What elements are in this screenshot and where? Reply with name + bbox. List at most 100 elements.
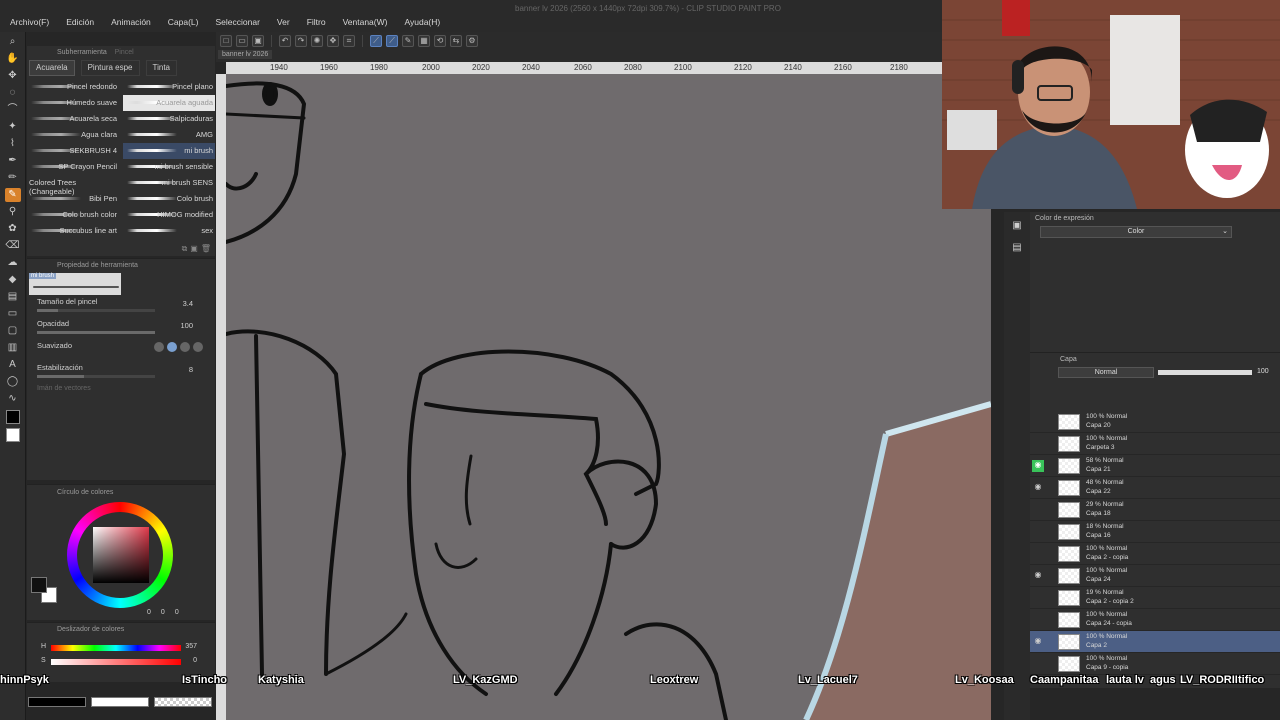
- brush-item-selected[interactable]: mi brush: [123, 143, 215, 159]
- layer-opacity-value[interactable]: 100: [1257, 368, 1269, 375]
- blend-icon[interactable]: ☁: [5, 256, 21, 270]
- tab-pintura[interactable]: Pintura espe: [80, 60, 140, 76]
- layer-row[interactable]: 100 % Normal Capa 24 - copia: [1030, 609, 1280, 631]
- menu-view[interactable]: Ver: [277, 17, 290, 27]
- layer-row[interactable]: 100 % Normal Capa 20: [1030, 411, 1280, 433]
- eye-icon[interactable]: ◉: [1032, 460, 1044, 472]
- balloon-icon[interactable]: ◯: [5, 375, 21, 389]
- add-icon[interactable]: ▣: [190, 244, 198, 254]
- eye-icon[interactable]: [1032, 548, 1044, 560]
- color-swatch-transparent[interactable]: [154, 697, 212, 707]
- layer-opacity-slider[interactable]: [1158, 370, 1252, 375]
- eye-icon[interactable]: ◉: [1032, 570, 1044, 582]
- layer-row[interactable]: ◉ 100 % Normal Capa 24: [1030, 565, 1280, 587]
- eye-icon[interactable]: [1032, 504, 1044, 516]
- sub-color-swatch[interactable]: [5, 428, 20, 442]
- tab-tinta[interactable]: Tinta: [145, 60, 177, 76]
- undo-icon[interactable]: ↶: [279, 35, 291, 47]
- menu-layer[interactable]: Capa(L): [168, 17, 199, 27]
- new-file-icon[interactable]: □: [220, 35, 232, 47]
- menu-help[interactable]: Ayuda(H): [404, 17, 440, 27]
- select-icon[interactable]: ◌: [5, 86, 21, 100]
- layer-tab[interactable]: Capa: [1030, 353, 1280, 367]
- lasso-icon[interactable]: ⌒: [5, 103, 21, 117]
- frame-icon[interactable]: ▢: [5, 324, 21, 338]
- fill-icon[interactable]: ◆: [5, 273, 21, 287]
- opacity-row[interactable]: Opacidad 100: [27, 317, 215, 339]
- brush-size-value[interactable]: 3.4: [183, 299, 193, 308]
- opacity-value[interactable]: 100: [180, 321, 193, 330]
- brush-item[interactable]: Acuarela seca: [27, 111, 119, 127]
- tab-acuarela[interactable]: Acuarela: [29, 60, 75, 76]
- layer-row[interactable]: ◉ 48 % Normal Capa 22: [1030, 477, 1280, 499]
- hue-value[interactable]: 357: [185, 643, 197, 650]
- save-icon[interactable]: ▣: [252, 35, 264, 47]
- menu-animation[interactable]: Animación: [111, 17, 151, 27]
- hand-icon[interactable]: ✋: [5, 52, 21, 66]
- document-tab[interactable]: banner lv 2026: [218, 50, 273, 59]
- decoration-icon[interactable]: ✿: [5, 222, 21, 236]
- transform-icon[interactable]: ✥: [327, 35, 339, 47]
- rotate-icon[interactable]: ⟲: [434, 35, 446, 47]
- ruler-icon[interactable]: ▥: [5, 341, 21, 355]
- brush-item[interactable]: Salpicaduras: [123, 111, 215, 127]
- brush-item[interactable]: Pincel redondo: [27, 79, 119, 95]
- loading-icon[interactable]: ✺: [311, 35, 323, 47]
- layer-row[interactable]: 100 % Normal Capa 2 - copia: [1030, 543, 1280, 565]
- airbrush-icon[interactable]: ⚲: [5, 205, 21, 219]
- copy-icon[interactable]: ⧉: [182, 244, 188, 254]
- snap-ruler-icon[interactable]: ⟋: [370, 35, 382, 47]
- hue-slider[interactable]: [51, 645, 181, 651]
- eyedropper-icon[interactable]: ⌇: [5, 137, 21, 151]
- brush-item[interactable]: Colo brush color: [27, 207, 119, 223]
- brush-item[interactable]: Bibi Pen: [27, 191, 119, 207]
- settings-icon[interactable]: ⚙: [466, 35, 478, 47]
- open-file-icon[interactable]: ▭: [236, 35, 248, 47]
- zoom-icon[interactable]: ⌕: [5, 35, 21, 49]
- brush-item[interactable]: Acuarela aguada: [123, 95, 215, 111]
- brush-item[interactable]: Húmedo suave: [27, 95, 119, 111]
- saturation-slider[interactable]: [51, 659, 181, 665]
- redo-icon[interactable]: ↷: [295, 35, 307, 47]
- layer-row[interactable]: 19 % Normal Capa 2 - copia 2: [1030, 587, 1280, 609]
- layer-row[interactable]: 100 % Normal Carpeta 3: [1030, 433, 1280, 455]
- trash-icon[interactable]: 🗑: [201, 244, 211, 254]
- brush-item[interactable]: HIMOG modified: [123, 207, 215, 223]
- properties-icon[interactable]: ▤: [1010, 242, 1024, 256]
- brush-item[interactable]: SEKBRUSH 4: [27, 143, 119, 159]
- brush-item[interactable]: SP Crayon Pencil: [27, 159, 119, 175]
- menu-file[interactable]: Archivo(F): [10, 17, 49, 27]
- eye-icon[interactable]: [1032, 438, 1044, 450]
- menu-filter[interactable]: Filtro: [307, 17, 326, 27]
- eye-icon[interactable]: [1032, 416, 1044, 428]
- brush-item[interactable]: Agua clara: [27, 127, 119, 143]
- smoothing-row[interactable]: Suavizado: [27, 339, 215, 361]
- menu-edit[interactable]: Edición: [66, 17, 94, 27]
- saturation-value-square[interactable]: [93, 527, 149, 583]
- eye-icon[interactable]: ◉: [1032, 636, 1044, 648]
- layer-row[interactable]: ◉ 100 % Normal Capa 2: [1030, 631, 1280, 653]
- pen-icon[interactable]: ✎: [402, 35, 414, 47]
- main-color-swatch[interactable]: [5, 410, 20, 424]
- brush-tool-icon[interactable]: ✎: [4, 188, 21, 202]
- blend-mode-select[interactable]: Normal: [1058, 367, 1154, 378]
- line-fix-icon[interactable]: ∿: [5, 392, 21, 406]
- brush-item[interactable]: mi brush sensible: [123, 159, 215, 175]
- layer-row[interactable]: 18 % Normal Capa 16: [1030, 521, 1280, 543]
- expression-color-select[interactable]: Color ⌄: [1040, 226, 1232, 238]
- saturation-value[interactable]: 0: [193, 657, 197, 664]
- brush-item[interactable]: mi brush SENS: [123, 175, 215, 191]
- main-color-chip[interactable]: [31, 577, 47, 593]
- brush-item[interactable]: AMG: [123, 127, 215, 143]
- stabilization-row[interactable]: Estabilización 8: [27, 361, 215, 383]
- layer-row[interactable]: ◉ 58 % Normal Capa 21: [1030, 455, 1280, 477]
- menu-window[interactable]: Ventana(W): [343, 17, 388, 27]
- figure-icon[interactable]: ▭: [5, 307, 21, 321]
- eraser-icon[interactable]: ⌫: [5, 239, 21, 253]
- brush-item[interactable]: Colored Trees (Changeable): [27, 175, 119, 196]
- eye-icon[interactable]: [1032, 526, 1044, 538]
- text-icon[interactable]: A: [5, 358, 21, 372]
- wand-icon[interactable]: ✦: [5, 120, 21, 134]
- color-swatch-white[interactable]: [91, 697, 149, 707]
- crop-icon[interactable]: ⌗: [343, 35, 355, 47]
